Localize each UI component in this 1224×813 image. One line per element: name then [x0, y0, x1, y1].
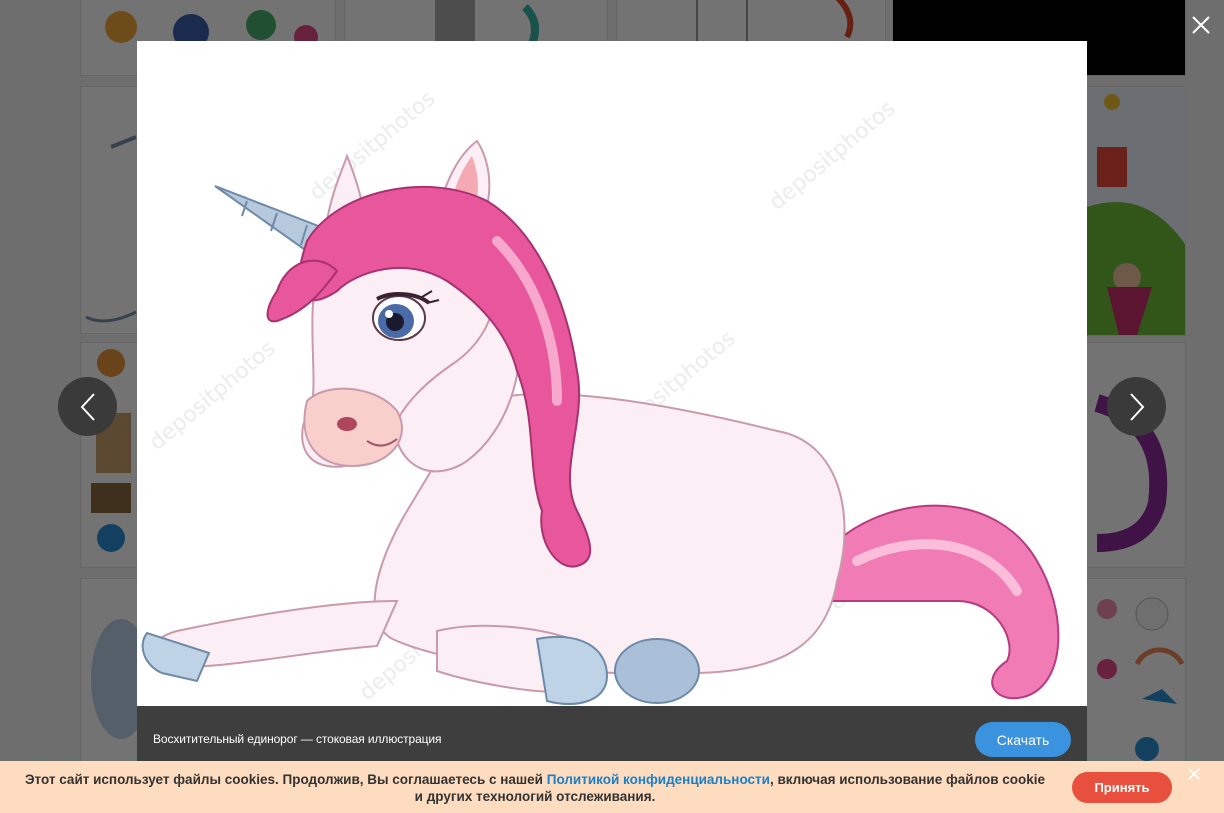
cookie-text-before: Этот сайт использует файлы cookies. Прод… [24, 772, 547, 787]
close-icon [1192, 16, 1210, 34]
watermark-text-3: depositphotos [145, 336, 281, 455]
unicorn-illustration: depositphotos depositphotos depositphoto… [141, 86, 1060, 706]
download-button[interactable]: Скачать [975, 722, 1071, 757]
chevron-right-icon [1129, 392, 1144, 421]
preview-image: depositphotos depositphotos depositphoto… [137, 41, 1087, 706]
previous-image-button[interactable] [58, 377, 117, 436]
cookie-banner: Этот сайт использует файлы cookies. Прод… [0, 761, 1224, 813]
privacy-policy-link[interactable]: Политикой конфиденциальности [547, 772, 770, 787]
close-lightbox-button[interactable] [1186, 6, 1216, 44]
image-lightbox: depositphotos depositphotos depositphoto… [137, 41, 1087, 772]
chevron-left-icon [80, 392, 95, 421]
close-icon[interactable] [1186, 766, 1202, 782]
watermark-text-2: depositphotos [765, 96, 901, 215]
next-image-button[interactable] [1107, 377, 1166, 436]
image-caption: Восхитительный единорог — стоковая иллюс… [153, 732, 442, 746]
cookie-message: Этот сайт использует файлы cookies. Прод… [20, 771, 1050, 805]
accept-cookies-button[interactable]: Принять [1072, 772, 1172, 803]
